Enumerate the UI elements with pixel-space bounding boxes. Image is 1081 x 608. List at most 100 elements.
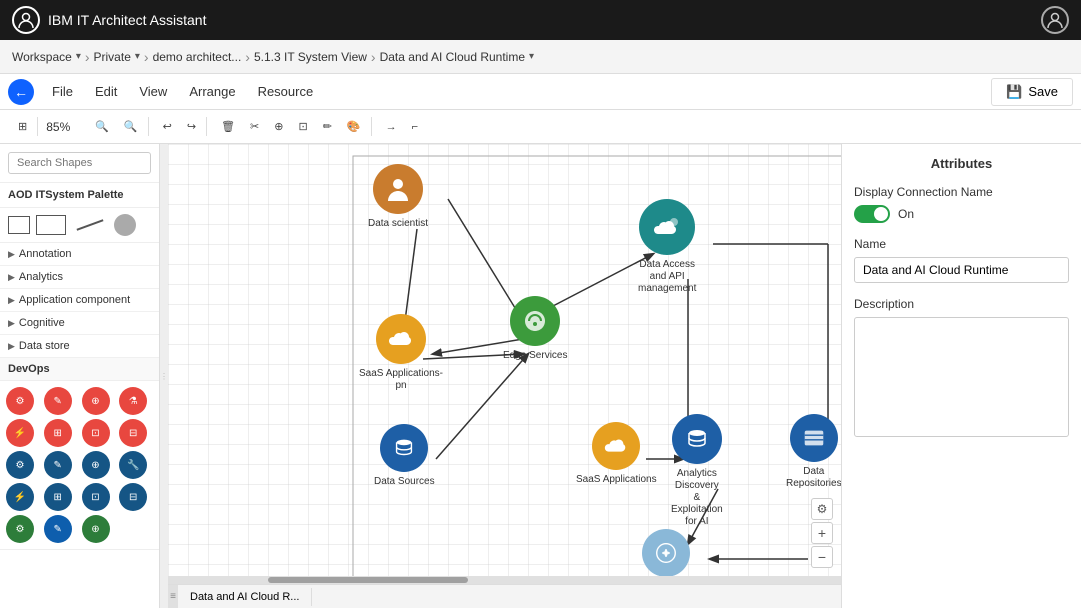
zoom-gear-button[interactable]: ⚙ xyxy=(811,498,833,520)
display-connection-label: Display Connection Name xyxy=(854,185,1069,199)
menu-file[interactable]: File xyxy=(42,80,83,103)
devops-icon-6[interactable]: ⊡ xyxy=(82,419,110,447)
cut-button[interactable]: ✂ xyxy=(244,117,265,136)
breadcrumb-workspace[interactable]: Workspace ▾ xyxy=(12,50,81,64)
canvas-area[interactable]: Data scientist Edge Services xyxy=(168,144,841,608)
node-data-scientist[interactable]: Data scientist xyxy=(368,164,428,230)
panel-toggle-button[interactable]: ⊞ xyxy=(12,117,33,136)
devops-icon-14[interactable]: ⊡ xyxy=(82,483,110,511)
palette-section-annotation[interactable]: ▶ Annotation xyxy=(0,243,159,266)
paste-button[interactable]: ⊡ xyxy=(292,117,313,136)
shape-square-small[interactable] xyxy=(8,216,30,234)
zoom-in-button[interactable]: 🔍 xyxy=(89,117,115,136)
node-data-sources[interactable]: Data Sources xyxy=(374,424,435,488)
back-button[interactable]: ← xyxy=(8,79,34,105)
attributes-panel: Attributes Display Connection Name On Na… xyxy=(841,144,1081,608)
toggle-row: On xyxy=(854,205,1069,223)
delete-button[interactable]: 🗑 xyxy=(215,117,241,136)
diagram-arrows xyxy=(168,144,841,608)
top-bar: IBM IT Architect Assistant xyxy=(0,0,1081,40)
node-analytics[interactable]: AnalyticsDiscovery&Exploitationfor AI xyxy=(671,414,723,528)
menu-bar: ← File Edit View Arrange Resource 💾 Save xyxy=(0,74,1081,110)
devops-icon-15[interactable]: ⊟ xyxy=(119,483,147,511)
horizontal-scrollbar[interactable] xyxy=(168,576,841,584)
description-field-label: Description xyxy=(854,297,1069,311)
devops-icon-9[interactable]: ✎ xyxy=(44,451,72,479)
node-data-repos[interactable]: Data Repositories xyxy=(786,414,841,490)
breadcrumb-private[interactable]: Private ▾ xyxy=(94,50,140,64)
zoom-plus-button[interactable]: + xyxy=(811,522,833,544)
sidebar-resize-handle[interactable]: ⋮ xyxy=(160,144,168,608)
breadcrumb-data-ai[interactable]: Data and AI Cloud Runtime ▾ xyxy=(380,50,534,64)
user-icon[interactable] xyxy=(1041,6,1069,34)
menu-view[interactable]: View xyxy=(129,80,177,103)
devops-icon-11[interactable]: 🔧 xyxy=(119,451,147,479)
format-button[interactable]: ✏ xyxy=(317,117,338,136)
menu-edit[interactable]: Edit xyxy=(85,80,127,103)
display-connection-toggle[interactable] xyxy=(854,205,890,223)
menu-resource[interactable]: Resource xyxy=(248,80,324,103)
palette-section-app-component[interactable]: ▶ Application component xyxy=(0,289,159,312)
shape-line[interactable] xyxy=(77,219,104,230)
node-analytics-label: AnalyticsDiscovery&Exploitationfor AI xyxy=(671,468,723,528)
canvas-scroll: Data scientist Edge Services xyxy=(168,144,841,608)
devops-icon-3[interactable]: ⚗ xyxy=(119,387,147,415)
analytics-arrow-icon: ▶ xyxy=(8,272,15,283)
node-saas-apps[interactable]: SaaS Applications xyxy=(576,422,657,486)
zoom-out-button[interactable]: 🔍 xyxy=(118,117,144,136)
palette-section-analytics[interactable]: ▶ Analytics xyxy=(0,266,159,289)
shape-square-large[interactable] xyxy=(36,215,66,235)
redo-button[interactable]: ↪ xyxy=(181,117,202,136)
devops-icon-18[interactable]: ⊕ xyxy=(82,515,110,543)
breadcrumb-demo[interactable]: demo architect... xyxy=(153,50,242,64)
undo-button[interactable]: ↩ xyxy=(157,117,178,136)
devops-icon-13[interactable]: ⊞ xyxy=(44,483,72,511)
tab-label: Data and AI Cloud R... xyxy=(190,591,299,603)
paint-button[interactable]: 🎨 xyxy=(341,117,367,136)
node-saas-apps-label: SaaS Applications xyxy=(576,474,657,486)
node-edge-services[interactable]: Edge Services xyxy=(503,296,567,362)
arrow-button[interactable]: → xyxy=(380,118,403,136)
devops-icon-0[interactable]: ⚙ xyxy=(6,387,34,415)
menu-arrange[interactable]: Arrange xyxy=(179,80,245,103)
breadcrumb: Workspace ▾ › Private ▾ › demo architect… xyxy=(0,40,1081,74)
toolbar-connector-group: → ⌐ xyxy=(376,118,428,136)
devops-icon-16[interactable]: ⚙ xyxy=(6,515,34,543)
devops-label: DevOps xyxy=(0,358,159,381)
devops-icon-12[interactable]: ⚡ xyxy=(6,483,34,511)
app-logo: IBM IT Architect Assistant xyxy=(12,6,206,34)
palette-section-data-store[interactable]: ▶ Data store xyxy=(0,335,159,358)
copy-button[interactable]: ⊕ xyxy=(268,117,289,136)
app-title: IBM IT Architect Assistant xyxy=(48,12,206,28)
devops-icon-10[interactable]: ⊕ xyxy=(82,451,110,479)
toolbar: ⊞ 85% 🔍 🔍 ↩ ↪ 🗑 ✂ ⊕ ⊡ ✏ 🎨 → ⌐ xyxy=(0,110,1081,144)
node-data-access[interactable]: Data Accessand APImanagement xyxy=(638,199,696,295)
bc-sep-4: › xyxy=(371,49,376,65)
breadcrumb-system-view[interactable]: 5.1.3 IT System View xyxy=(254,50,367,64)
toolbar-history-group: ↩ ↪ xyxy=(153,117,207,136)
canvas-tab-0[interactable]: Data and AI Cloud R... xyxy=(178,588,312,606)
zoom-minus-button[interactable]: − xyxy=(811,546,833,568)
save-button[interactable]: 💾 Save xyxy=(991,78,1073,106)
devops-icon-5[interactable]: ⊞ xyxy=(44,419,72,447)
palette-section-cognitive[interactable]: ▶ Cognitive xyxy=(0,312,159,335)
description-textarea[interactable] xyxy=(854,317,1069,437)
shape-preview xyxy=(0,208,159,243)
node-saas-apps-pn[interactable]: SaaS Applications-pn xyxy=(356,314,446,392)
devops-icon-4[interactable]: ⚡ xyxy=(6,419,34,447)
search-input[interactable] xyxy=(8,152,151,174)
shape-circle[interactable] xyxy=(114,214,136,236)
connector-button[interactable]: ⌐ xyxy=(406,118,424,136)
devops-icon-17[interactable]: ✎ xyxy=(44,515,72,543)
devops-icon-8[interactable]: ⚙ xyxy=(6,451,34,479)
canvas-tabs: ≡ Data and AI Cloud R... xyxy=(168,584,841,608)
annotation-arrow-icon: ▶ xyxy=(8,249,15,260)
toolbar-panel-group: ⊞ xyxy=(8,117,38,136)
name-input[interactable] xyxy=(854,257,1069,283)
tab-menu-icon[interactable]: ≡ xyxy=(168,585,178,608)
devops-icon-1[interactable]: ✎ xyxy=(44,387,72,415)
devops-icon-7[interactable]: ⊟ xyxy=(119,419,147,447)
node-edge-services-label: Edge Services xyxy=(503,350,567,362)
scrollbar-thumb[interactable] xyxy=(268,577,468,583)
devops-icon-2[interactable]: ⊕ xyxy=(82,387,110,415)
